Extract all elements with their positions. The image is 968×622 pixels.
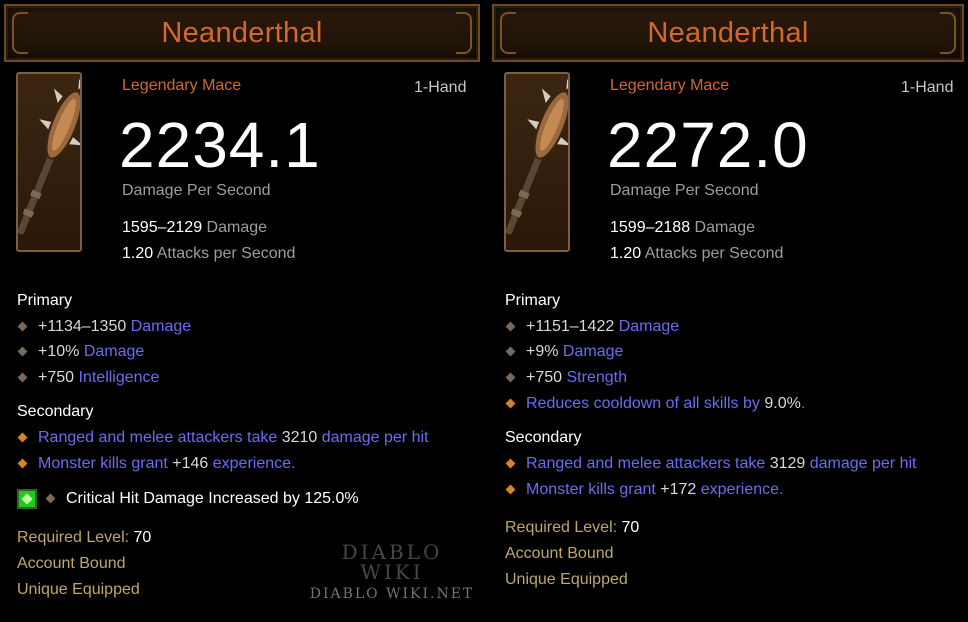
affix-text: damage per hit	[805, 455, 917, 472]
affix-text: Damage	[83, 343, 145, 360]
attack-speed-stat: 1.20 Attacks per Second	[122, 245, 295, 263]
attack-speed-stat: 1.20 Attacks per Second	[610, 245, 783, 263]
affix-value: +9%	[526, 343, 559, 360]
affix-text: Damage	[562, 343, 624, 360]
required-level: Required Level: 70	[17, 529, 151, 547]
affix-value: +146	[172, 455, 209, 472]
affix-text: Monster kills grant	[526, 481, 661, 498]
primary-affix: +1134–1350 Damage	[17, 318, 191, 336]
affix-text: experience.	[696, 481, 784, 498]
required-level-label: Required Level:	[17, 529, 130, 546]
item-title: Neanderthal	[161, 17, 323, 49]
affix-text: damage per hit	[317, 429, 429, 446]
attack-speed-value: 1.20	[122, 245, 154, 262]
attack-speed-value: 1.20	[610, 245, 642, 262]
socket-affix: Critical Hit Damage Increased by 125.0%	[17, 489, 359, 509]
damage-word: Damage	[694, 219, 756, 236]
item-title: Neanderthal	[647, 17, 809, 49]
affix-value: +1151–1422	[526, 318, 615, 335]
bullet-diamond-icon	[505, 346, 516, 357]
diablo-wiki-watermark: DIABLO WIKI DIABLO WIKI.NET	[302, 540, 482, 602]
affix-text: Reduces cooldown of all skills by	[526, 395, 765, 412]
damage-range: 1599–2188	[610, 219, 691, 236]
affix-text: Strength	[566, 369, 627, 386]
secondary-affix: Ranged and melee attackers take 3210 dam…	[17, 429, 428, 447]
affix-text: .	[800, 395, 806, 412]
affix-value: +750	[526, 369, 563, 386]
socket-text: Critical Hit Damage Increased by 125.0%	[66, 490, 359, 508]
item-header: Neanderthal	[4, 4, 480, 62]
affix-value: 9.0%	[764, 395, 801, 412]
damage-stat: 1599–2188 Damage	[610, 219, 755, 237]
affix-text: Damage	[130, 318, 192, 335]
bullet-diamond-icon	[505, 398, 516, 409]
bullet-diamond-icon	[17, 372, 28, 383]
item-type: Legendary Mace	[610, 77, 730, 94]
affix-text: Intelligence	[78, 369, 160, 386]
damage-range: 1595–2129	[122, 219, 203, 236]
bullet-diamond-icon	[505, 484, 516, 495]
bullet-diamond-icon	[505, 458, 516, 469]
mace-icon	[16, 72, 95, 252]
dps-value: 2234.1	[119, 109, 321, 181]
account-bound: Account Bound	[505, 545, 614, 562]
affix-value: 3129	[769, 455, 806, 472]
affix-text: Ranged and melee attackers take	[526, 455, 770, 472]
dps-label: Damage Per Second	[610, 182, 759, 199]
affix-value: +172	[660, 481, 697, 498]
account-bound: Account Bound	[17, 555, 126, 572]
item-slot: 1-Hand	[901, 79, 954, 96]
damage-word: Damage	[206, 219, 268, 236]
required-level: Required Level: 70	[505, 519, 639, 537]
mace-icon	[504, 72, 583, 252]
primary-affix: +750 Intelligence	[17, 369, 159, 387]
unique-equipped: Unique Equipped	[505, 571, 628, 588]
secondary-affix: Monster kills grant +172 experience.	[505, 481, 783, 499]
primary-affix: +750 Strength	[505, 369, 627, 387]
watermark-url: DIABLO WIKI.NET	[309, 586, 475, 602]
affix-value: +750	[38, 369, 75, 386]
unique-equipped: Unique Equipped	[17, 581, 140, 598]
dps-value: 2272.0	[607, 109, 809, 181]
item-header: Neanderthal	[492, 4, 964, 62]
affix-text: Damage	[618, 318, 680, 335]
item-tooltip-left: Neanderthal Legendary Mace 1-Hand 2234.1…	[0, 0, 484, 622]
primary-label: Primary	[17, 292, 73, 309]
damage-stat: 1595–2129 Damage	[122, 219, 267, 237]
affix-text: Ranged and melee attackers take	[38, 429, 282, 446]
secondary-affix: Monster kills grant +146 experience.	[17, 455, 295, 473]
secondary-affix: Ranged and melee attackers take 3129 dam…	[505, 455, 916, 473]
affix-value: +1134–1350	[38, 318, 127, 335]
watermark-line: WIKI	[360, 560, 424, 584]
item-type: Legendary Mace	[122, 77, 242, 94]
affix-text: experience.	[208, 455, 296, 472]
required-level-value: 70	[621, 519, 640, 536]
primary-affix: +9% Damage	[505, 343, 623, 361]
bullet-diamond-icon	[17, 346, 28, 357]
attack-speed-word: Attacks per Second	[644, 245, 784, 262]
secondary-label: Secondary	[17, 403, 94, 420]
attack-speed-word: Attacks per Second	[156, 245, 296, 262]
bullet-diamond-icon	[17, 321, 28, 332]
primary-legendary-affix: Reduces cooldown of all skills by 9.0%.	[505, 395, 805, 413]
primary-affix: +1151–1422 Damage	[505, 318, 679, 336]
emerald-gem-icon	[17, 489, 37, 509]
bullet-diamond-icon	[505, 321, 516, 332]
required-level-label: Required Level:	[505, 519, 618, 536]
item-slot: 1-Hand	[414, 79, 467, 96]
dps-label: Damage Per Second	[122, 182, 271, 199]
primary-affix: +10% Damage	[17, 343, 144, 361]
bullet-diamond-icon	[17, 432, 28, 443]
affix-text: Monster kills grant	[38, 455, 173, 472]
item-tooltip-right: Neanderthal Legendary Mace 1-Hand 2272.0…	[488, 0, 968, 622]
affix-value: 3210	[281, 429, 318, 446]
required-level-value: 70	[133, 529, 152, 546]
bullet-diamond-icon	[505, 372, 516, 383]
affix-value: +10%	[38, 343, 80, 360]
secondary-label: Secondary	[505, 429, 582, 446]
bullet-diamond-icon	[45, 493, 56, 504]
bullet-diamond-icon	[17, 458, 28, 469]
primary-label: Primary	[505, 292, 561, 309]
